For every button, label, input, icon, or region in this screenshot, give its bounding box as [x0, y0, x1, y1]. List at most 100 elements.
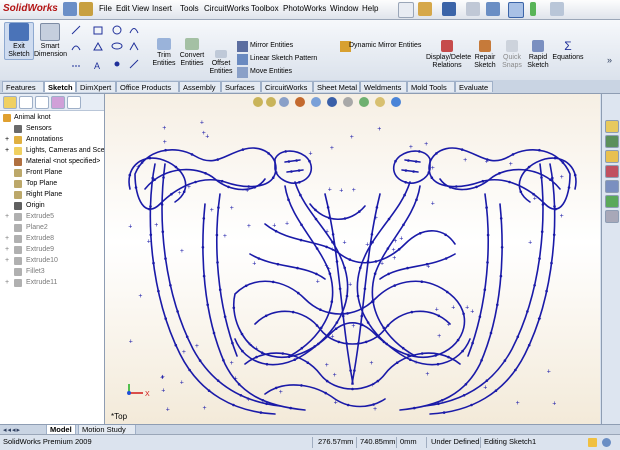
tab-weldments[interactable]: Weldments: [360, 81, 407, 92]
tree-item[interactable]: + Lights, Cameras and Scen: [0, 145, 104, 156]
graphics-viewport[interactable]: + + + + + + + + + + + + + + + + + + + + + + + + + + + + + + + + + + + + + + + +…: [105, 94, 600, 424]
view-settings-icon[interactable]: [391, 97, 401, 107]
display-delete-relations-button[interactable]: Display/Delete Relations: [426, 40, 471, 70]
repair-sketch-button[interactable]: Repair Sketch: [472, 40, 498, 70]
exit-sketch-button[interactable]: Exit Sketch: [4, 22, 34, 60]
property-manager-icon[interactable]: [19, 96, 33, 109]
tree-item[interactable]: Origin: [0, 200, 104, 211]
tree-item[interactable]: Front Plane: [0, 167, 104, 178]
tab-features[interactable]: Features: [2, 81, 44, 92]
section-view-icon[interactable]: [295, 97, 305, 107]
design-library-icon[interactable]: [605, 135, 619, 148]
move-entities-button[interactable]: Move Entities: [237, 67, 342, 79]
tab-evaluate[interactable]: Evaluate: [455, 81, 493, 92]
tree-item[interactable]: + Annotations: [0, 134, 104, 145]
expand-icon[interactable]: +: [5, 233, 9, 244]
apply-scene-icon[interactable]: [375, 97, 385, 107]
solidworks-resources-icon[interactable]: [605, 120, 619, 133]
tab-scroll-arrows-icon[interactable]: ◂◂◂▸: [3, 426, 21, 434]
feature-manager-icon[interactable]: [3, 96, 17, 109]
dynamic-mirror-button[interactable]: Dynamic Mirror Entities: [340, 41, 424, 53]
equations-button[interactable]: Σ Equations: [552, 40, 584, 62]
sketch-point: [382, 326, 386, 330]
traffic-light-icon[interactable]: [530, 2, 536, 16]
open-folder-icon[interactable]: [418, 2, 432, 16]
display-style-icon[interactable]: [327, 97, 337, 107]
tab-mold-tools[interactable]: Mold Tools: [407, 81, 455, 92]
edit-appearance-icon[interactable]: [359, 97, 369, 107]
offset-entities-button[interactable]: Offset Entities: [208, 50, 234, 76]
expand-icon[interactable]: +: [5, 255, 9, 266]
menu-toolbox[interactable]: Toolbox: [251, 4, 279, 14]
tab-sketch[interactable]: Sketch: [44, 81, 76, 92]
tree-item[interactable]: + Extrude5: [0, 211, 104, 222]
trim-entities-button[interactable]: Trim Entities: [152, 38, 176, 68]
rapid-sketch-button[interactable]: Rapid Sketch: [526, 40, 550, 70]
tree-item[interactable]: + Extrude11: [0, 277, 104, 288]
menu-help[interactable]: Help: [362, 4, 378, 14]
sketch-relation-marker: +: [223, 233, 227, 240]
open-icon[interactable]: [79, 2, 93, 16]
tab-circuitworks[interactable]: CircuitWorks: [261, 81, 313, 92]
tree-item[interactable]: + Extrude9: [0, 244, 104, 255]
tree-item[interactable]: Top Plane: [0, 178, 104, 189]
menu-view[interactable]: View: [132, 4, 149, 14]
expand-icon[interactable]: +: [5, 277, 9, 288]
menu-edit[interactable]: Edit: [116, 4, 130, 14]
tree-item[interactable]: + Extrude10: [0, 255, 104, 266]
convert-entities-button[interactable]: Convert Entities: [178, 38, 206, 68]
help-icon[interactable]: [602, 438, 611, 447]
undo-icon[interactable]: [486, 2, 500, 16]
menu-circuitworks[interactable]: CircuitWorks: [204, 4, 249, 14]
appearances-icon[interactable]: [605, 195, 619, 208]
tab-sheet-metal[interactable]: Sheet Metal: [313, 81, 360, 92]
display-manager-icon[interactable]: [67, 96, 81, 109]
sketch-point: [442, 411, 446, 414]
options-icon[interactable]: [550, 2, 564, 16]
view-palette-icon[interactable]: [605, 180, 619, 193]
tab-dimxpert[interactable]: DimXpert: [76, 81, 116, 92]
hide-show-items-icon[interactable]: [343, 97, 353, 107]
tab-surfaces[interactable]: Surfaces: [221, 81, 261, 92]
menu-insert[interactable]: Insert: [152, 4, 172, 14]
file-explorer-icon[interactable]: [605, 150, 619, 163]
tree-item[interactable]: Fillet3: [0, 266, 104, 277]
tree-item[interactable]: Sensors: [0, 123, 104, 134]
smart-dimension-button[interactable]: Smart Dimension: [34, 23, 67, 59]
tree-root[interactable]: Animal knot: [0, 112, 104, 123]
print-icon[interactable]: [466, 2, 480, 16]
view-orientation-icon[interactable]: [311, 97, 321, 107]
select-icon[interactable]: [508, 2, 524, 18]
tab-office-products[interactable]: Office Products: [116, 81, 179, 92]
expand-icon[interactable]: +: [5, 134, 9, 145]
previous-view-icon[interactable]: [279, 97, 289, 107]
expand-icon[interactable]: +: [5, 244, 9, 255]
tree-item[interactable]: Material <not specified>: [0, 156, 104, 167]
zoom-to-fit-icon[interactable]: [253, 97, 263, 107]
new-document-icon[interactable]: [398, 2, 414, 18]
tab-assembly[interactable]: Assembly: [179, 81, 221, 92]
new-icon[interactable]: [63, 2, 77, 16]
tree-item[interactable]: Plane2: [0, 222, 104, 233]
configuration-manager-icon[interactable]: [35, 96, 49, 109]
mirror-entities-button[interactable]: Mirror Entities: [237, 41, 342, 53]
expand-icon[interactable]: +: [5, 145, 9, 156]
sketch-canvas[interactable]: + + + + + + + + + + + + + + + + + + + + + + + + + + + + + + + + + + + + + + + +…: [105, 94, 600, 424]
quick-snaps-button[interactable]: Quick Snaps: [500, 40, 524, 70]
menu-window[interactable]: Window: [330, 4, 358, 14]
sketch-point: [241, 148, 245, 151]
tree-item[interactable]: + Extrude8: [0, 233, 104, 244]
menu-tools[interactable]: Tools: [180, 4, 199, 14]
rebuild-icon[interactable]: [588, 438, 597, 447]
tree-item[interactable]: Right Plane: [0, 189, 104, 200]
linear-pattern-button[interactable]: Linear Sketch Pattern: [237, 54, 342, 66]
zoom-area-icon[interactable]: [266, 97, 276, 107]
menu-file[interactable]: File: [99, 4, 112, 14]
menu-photoworks[interactable]: PhotoWorks: [283, 4, 326, 14]
dimxpert-manager-icon[interactable]: [51, 96, 65, 109]
save-icon[interactable]: [442, 2, 456, 16]
search-icon[interactable]: [605, 165, 619, 178]
more-commands-chevron-icon[interactable]: »: [607, 55, 612, 65]
custom-properties-icon[interactable]: [605, 210, 619, 223]
expand-icon[interactable]: +: [5, 211, 9, 222]
